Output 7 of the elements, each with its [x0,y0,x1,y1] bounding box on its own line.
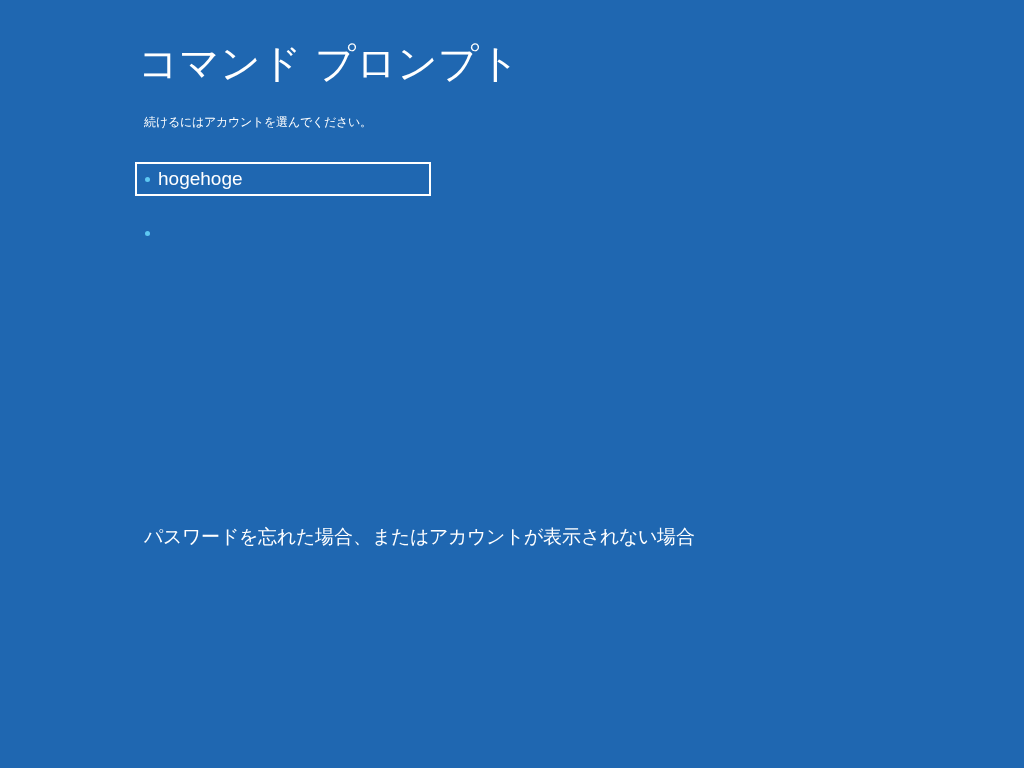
bullet-icon [145,230,150,236]
account-name: hogehoge [158,168,243,190]
page-title: コマンド プロンプト [138,39,520,88]
account-item[interactable]: hogehoge [135,162,431,196]
bullet-icon [145,176,150,182]
forgot-password-link[interactable]: パスワードを忘れた場合、またはアカウントが表示されない場合 [144,523,695,549]
instruction-text: 続けるにはアカウントを選んでください。 [144,114,372,130]
